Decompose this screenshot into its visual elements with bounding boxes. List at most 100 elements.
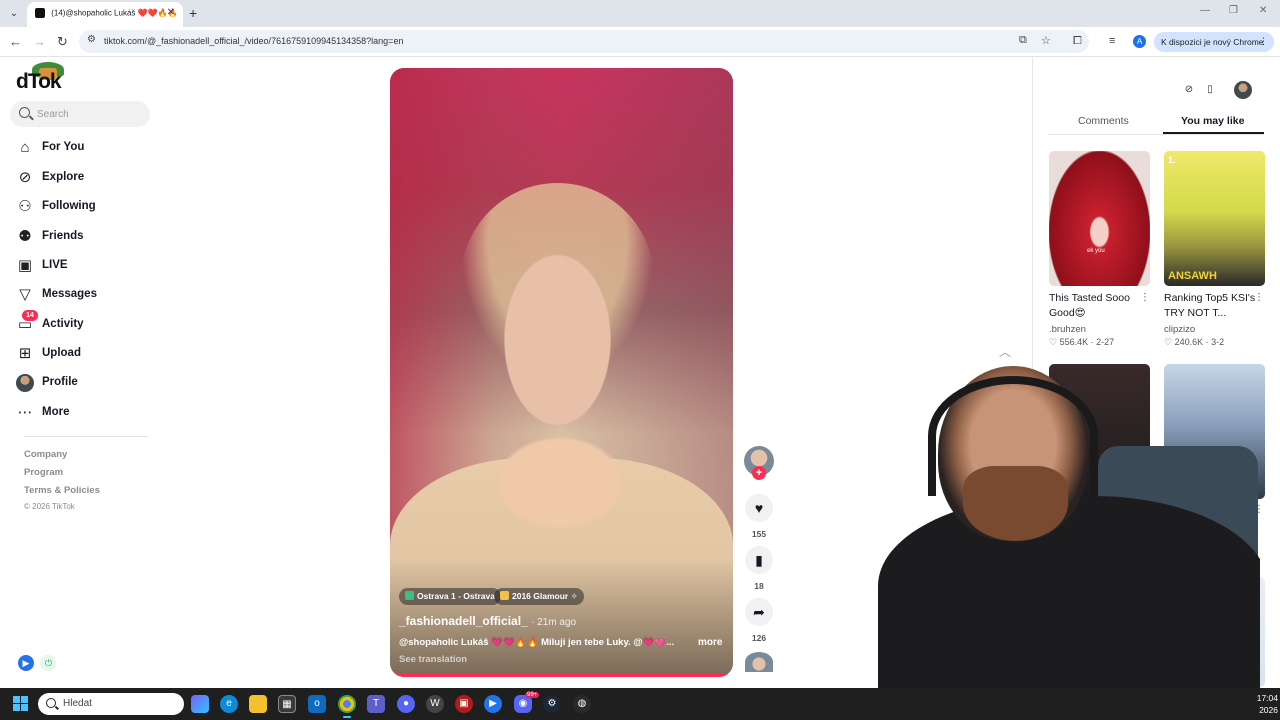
recommended-video-author-2[interactable]: clipzizo xyxy=(1164,324,1195,335)
heart-outline-icon: ♡ xyxy=(1164,337,1173,347)
obs-icon[interactable]: ◍ xyxy=(573,695,591,713)
reload-button[interactable]: ↻ xyxy=(57,34,68,50)
app-icon[interactable]: ● xyxy=(397,695,415,713)
search-icon xyxy=(46,698,56,708)
card-menu-icon[interactable]: ⋮ xyxy=(1140,292,1150,303)
effect-chip[interactable]: 2016 Glamour ✧ xyxy=(494,588,584,605)
chrome-profile-avatar[interactable]: A xyxy=(1133,35,1146,48)
back-button[interactable]: ← xyxy=(9,34,22,49)
clock-date: 2026 xyxy=(1259,705,1278,715)
store-icon[interactable]: ▦ xyxy=(278,695,296,713)
effect-chip-label: 2016 Glamour ✧ xyxy=(512,591,578,601)
taskbar-search[interactable]: Hledat xyxy=(38,693,184,715)
install-app-icon[interactable]: ⧉ xyxy=(1019,34,1027,47)
extension-power-icon[interactable]: ⏻ xyxy=(40,654,57,671)
video-author[interactable]: _fashionadell_official_ · 21m ago xyxy=(399,614,576,628)
sidebar-item-friends[interactable]: ⚉ Friends xyxy=(14,226,154,248)
card-menu-icon[interactable]: ⋮ xyxy=(1254,292,1264,303)
extensions-icon[interactable]: ⧠ xyxy=(1073,35,1082,48)
thumb-overlay-text: ANSAWH xyxy=(1168,270,1217,282)
omnibox[interactable]: ⚙ tiktok.com/@_fashionadell_official_/vi… xyxy=(79,30,1089,53)
browser-tab-active[interactable]: (14)@shopaholic Lukáš ❤️❤️🔥🔥 ✕ xyxy=(27,2,183,27)
webcam-shirt xyxy=(878,496,1260,688)
search-input[interactable] xyxy=(37,106,142,122)
sidebar-item-label: Explore xyxy=(42,171,85,183)
minimize-button[interactable]: — xyxy=(1200,5,1210,16)
video-author-name[interactable]: _fashionadell_official_ xyxy=(399,614,528,628)
messages-icon: ▽ xyxy=(19,286,31,303)
recommended-video-author-1[interactable]: .bruhzen xyxy=(1049,324,1086,335)
follow-plus-icon[interactable]: + xyxy=(752,466,766,480)
chrome-icon[interactable] xyxy=(338,695,356,718)
account-avatar[interactable] xyxy=(1234,81,1252,99)
video-progress-bar[interactable] xyxy=(390,674,733,677)
save-button[interactable]: ▮ xyxy=(745,546,773,574)
copilot-icon[interactable] xyxy=(191,695,209,713)
home-icon: ⌂ xyxy=(20,139,30,156)
new-tab-button[interactable]: + xyxy=(189,5,197,21)
live-icon: ▣ xyxy=(17,257,33,274)
following-icon: ⚇ xyxy=(18,198,32,215)
steam-icon[interactable]: ⚙ xyxy=(543,695,561,713)
search-box[interactable] xyxy=(10,101,150,127)
explore-compass-icon[interactable]: ⊘ xyxy=(1181,82,1197,98)
recommended-video-title-1[interactable]: This Tasted Sooo Good😍 xyxy=(1049,291,1145,321)
file-explorer-icon[interactable] xyxy=(249,695,267,713)
bookmark-star-icon[interactable]: ☆ xyxy=(1041,34,1051,47)
sidebar-item-activity[interactable]: ▭ 14 Activity xyxy=(14,310,154,336)
recommended-video-title-2[interactable]: Ranking Top5 KSI's TRY NOT T... xyxy=(1164,291,1260,321)
window-close-button[interactable]: ✕ xyxy=(1259,5,1267,16)
compass-icon: ⊘ xyxy=(18,169,32,186)
share-button[interactable]: ➦ xyxy=(745,598,773,626)
caption-more-button[interactable]: more xyxy=(698,637,722,648)
heart-outline-icon: ♡ xyxy=(1049,337,1058,347)
device-icon[interactable]: ▯ xyxy=(1202,82,1218,98)
recommended-video-thumb-1[interactable]: ek you xyxy=(1049,151,1150,286)
location-pin-icon xyxy=(405,591,414,600)
sidebar-item-profile[interactable]: Profile xyxy=(14,372,154,394)
location-chip[interactable]: Ostrava 1 - Ostrava xyxy=(399,588,501,605)
wordpress-icon[interactable]: W xyxy=(426,695,444,713)
footer-company-link[interactable]: Company xyxy=(24,449,67,460)
teams-icon[interactable]: T xyxy=(367,695,385,713)
recommended-video-meta-1: ♡ 556.4K · 2-27 xyxy=(1049,337,1115,347)
like-button[interactable]: ♥ xyxy=(745,494,773,522)
site-info-icon[interactable]: ⚙ xyxy=(87,34,96,45)
streaming-app-icon[interactable]: ▶ xyxy=(484,695,502,713)
extension-buttons: ▶ ⏻ xyxy=(18,654,58,672)
taskbar-clock[interactable]: 17:04 2026 xyxy=(1238,692,1278,716)
see-translation-link[interactable]: See translation xyxy=(399,654,467,665)
tab-comments[interactable]: Comments xyxy=(1078,115,1129,127)
url-text[interactable]: tiktok.com/@_fashionadell_official_/vide… xyxy=(104,36,403,46)
sidebar-item-messages[interactable]: ▽ Messages xyxy=(14,284,154,306)
footer-terms-link[interactable]: Terms & Policies xyxy=(24,485,100,496)
sidebar-item-more[interactable]: ⋯ More xyxy=(14,402,154,424)
tab-close-icon[interactable]: ✕ xyxy=(167,7,175,18)
more-icon: ⋯ xyxy=(17,404,33,421)
extension-play-icon[interactable]: ▶ xyxy=(18,654,34,671)
outlook-icon[interactable]: o xyxy=(308,695,326,713)
tab-search-button[interactable]: ⌄ xyxy=(6,6,22,22)
video-player[interactable]: Ostrava 1 - Ostrava 2016 Glamour ✧ _fash… xyxy=(390,68,733,677)
sidebar-item-for-you[interactable]: ⌂ For You xyxy=(14,137,154,159)
tiktok-favicon-icon xyxy=(35,8,45,18)
forward-button[interactable]: → xyxy=(33,34,46,49)
recommended-video-thumb-2[interactable]: 1. ANSAWH xyxy=(1164,151,1265,286)
footer-program-link[interactable]: Program xyxy=(24,467,63,478)
sidebar-item-label: Activity xyxy=(42,318,84,330)
chrome-menu-icon[interactable]: ⋮ xyxy=(1259,36,1268,47)
reading-list-icon[interactable]: ≡ xyxy=(1109,35,1115,47)
sidebar-item-following[interactable]: ⚇ Following xyxy=(14,196,154,218)
bookmark-icon: ▮ xyxy=(755,552,763,568)
tiktok-logo[interactable]: dTok xyxy=(16,62,96,93)
sidebar-item-explore[interactable]: ⊘ Explore xyxy=(14,167,154,189)
app-red-icon[interactable]: ▣ xyxy=(455,695,473,713)
sidebar-item-upload[interactable]: ⊞ Upload xyxy=(14,343,154,365)
maximize-button[interactable]: ❐ xyxy=(1229,5,1238,16)
sidebar-item-live[interactable]: ▣ LIVE xyxy=(14,255,154,277)
chrome-update-button[interactable]: K dispozici je nový Chrome ⋮ xyxy=(1154,32,1274,52)
tab-you-may-like[interactable]: You may like xyxy=(1181,115,1244,127)
windows-start-icon[interactable] xyxy=(13,696,29,712)
edge-icon[interactable]: e xyxy=(220,695,238,713)
sound-disc-avatar[interactable] xyxy=(745,652,773,672)
